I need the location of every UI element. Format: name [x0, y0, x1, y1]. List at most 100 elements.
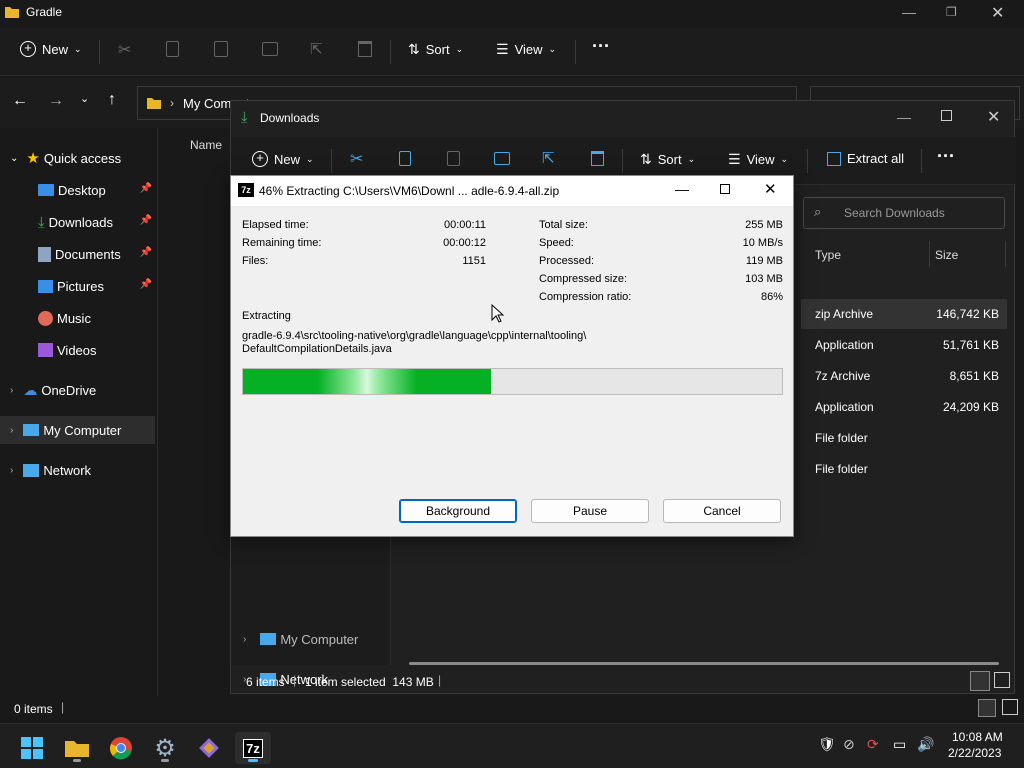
title-bar[interactable]: Gradle — ❐ ✕	[0, 0, 1024, 28]
nav-documents[interactable]: Documents 📌	[0, 240, 158, 268]
copy-icon[interactable]	[166, 41, 179, 57]
more-options-icon[interactable]: ···	[937, 146, 955, 167]
column-header-type[interactable]: Type	[815, 248, 841, 262]
volume-icon[interactable]: 🔊	[917, 736, 934, 753]
sort-label: Sort	[657, 152, 682, 167]
minimize-button[interactable]: —	[902, 4, 916, 20]
separator	[331, 149, 332, 173]
maximize-button[interactable]	[941, 110, 952, 121]
share-icon[interactable]: ⇱	[542, 149, 555, 167]
title-bar[interactable]: ⤓ Downloads — ✕	[231, 101, 1014, 137]
chevron-right-icon: ›	[10, 464, 14, 476]
sort-button[interactable]: ⇅ Sort ⌄	[640, 151, 695, 168]
clock-time[interactable]: 10:08 AM	[952, 730, 1003, 744]
nav-my-computer[interactable]: › My Computer	[231, 625, 389, 653]
cancel-button[interactable]: Cancel	[663, 499, 781, 523]
pause-button[interactable]: Pause	[531, 499, 649, 523]
compression-ratio-value: 86%	[760, 291, 783, 303]
file-row[interactable]: Application 24,209 KB	[801, 392, 1007, 422]
column-header-name[interactable]: Name	[190, 138, 222, 152]
share-icon[interactable]: ⇱	[310, 40, 323, 58]
security-icon[interactable]: 🛡	[818, 736, 836, 753]
nav-downloads[interactable]: ⤓ Downloads 📌	[0, 208, 158, 236]
new-button[interactable]: + New ⌄	[20, 41, 82, 57]
extract-all-button[interactable]: Extract all	[827, 151, 904, 166]
recent-chevron-icon[interactable]: ⌄	[80, 92, 89, 105]
nav-music[interactable]: Music	[0, 304, 158, 332]
chevron-down-icon: ⌄	[74, 43, 82, 54]
running-indicator	[248, 759, 258, 762]
close-button[interactable]: ✕	[764, 180, 777, 198]
file-row[interactable]: 7z Archive 8,651 KB	[801, 361, 1007, 391]
view-button[interactable]: ☰ View ⌄	[728, 151, 788, 168]
tiles-view-icon[interactable]	[1002, 699, 1018, 715]
paste-icon[interactable]	[214, 41, 228, 57]
nav-label: My Computer	[280, 631, 359, 647]
pin-icon: 📌	[139, 247, 152, 258]
clock-date[interactable]: 2/22/2023	[948, 746, 1001, 760]
details-view-icon[interactable]	[978, 699, 996, 717]
nav-videos[interactable]: Videos	[0, 336, 158, 364]
more-options-icon[interactable]: ···	[592, 36, 610, 57]
tiles-view-icon[interactable]	[994, 672, 1010, 688]
taskbar-git[interactable]	[191, 732, 227, 764]
file-row[interactable]: File folder	[801, 423, 1007, 453]
dialog-title-bar[interactable]: 7z 46% Extracting C:\Users\VM6\Downl ...…	[231, 176, 793, 206]
taskbar-settings[interactable]: ⚙	[147, 732, 183, 764]
delete-icon[interactable]	[591, 151, 604, 166]
folder-icon	[5, 7, 19, 18]
minimize-button[interactable]: —	[675, 181, 689, 197]
column-header-size[interactable]: Size	[935, 248, 958, 262]
remaining-time-label: Remaining time:	[242, 237, 322, 249]
sort-button[interactable]: ⇅ Sort ⌄	[408, 41, 463, 58]
nav-quick-access[interactable]: ⌄ ★ Quick access	[0, 144, 158, 172]
search-icon: ⌕	[814, 204, 822, 219]
start-button[interactable]	[14, 732, 50, 764]
nav-label: OneDrive	[41, 382, 97, 398]
new-button[interactable]: + New ⌄	[252, 151, 314, 167]
forward-arrow-icon[interactable]: →	[48, 92, 64, 110]
view-button[interactable]: ☰ View ⌄	[496, 41, 556, 58]
rename-icon[interactable]	[262, 42, 278, 56]
nav-pictures[interactable]: Pictures 📌	[0, 272, 158, 300]
total-size-label: Total size:	[539, 219, 588, 231]
nav-label: Pictures	[57, 278, 104, 294]
separator	[390, 40, 391, 64]
taskbar-file-explorer[interactable]	[59, 732, 95, 764]
copy-icon[interactable]	[399, 151, 411, 166]
nav-network[interactable]: › Network	[0, 456, 158, 484]
horizontal-scrollbar[interactable]	[409, 662, 999, 665]
separator	[622, 149, 623, 173]
background-button[interactable]: Background	[399, 499, 517, 523]
paste-icon[interactable]	[447, 151, 460, 166]
network-disconnected-icon[interactable]: ⊘	[843, 736, 855, 753]
delete-icon[interactable]	[358, 41, 372, 57]
nav-label: Quick access	[43, 150, 122, 166]
display-icon[interactable]: ▭	[893, 736, 906, 753]
download-icon: ⤓	[38, 213, 45, 231]
cut-icon[interactable]: ✂	[118, 40, 131, 60]
close-button[interactable]: ✕	[987, 107, 1000, 127]
minimize-button[interactable]: —	[897, 109, 911, 125]
nav-onedrive[interactable]: › ☁ OneDrive	[0, 376, 158, 404]
nav-desktop[interactable]: Desktop 📌	[0, 176, 158, 204]
maximize-button[interactable]	[720, 184, 730, 194]
taskbar-chrome[interactable]	[103, 732, 139, 764]
restore-button[interactable]: ❐	[946, 5, 957, 19]
file-row[interactable]: Application 51,761 KB	[801, 330, 1007, 360]
view-label: View	[746, 152, 775, 167]
close-button[interactable]: ✕	[991, 3, 1004, 23]
back-arrow-icon[interactable]: ←	[12, 92, 28, 110]
taskbar-7zip[interactable]: 7z	[235, 732, 271, 764]
file-row[interactable]: File folder	[801, 454, 1007, 484]
file-row[interactable]: zip Archive 146,742 KB	[801, 299, 1007, 329]
details-view-icon[interactable]	[970, 671, 990, 691]
cut-icon[interactable]: ✂	[350, 149, 363, 169]
search-box[interactable]: ⌕ Search Downloads	[803, 197, 1005, 229]
up-arrow-icon[interactable]: ↑	[108, 91, 116, 109]
7zip-icon: 7z	[238, 183, 254, 197]
rename-icon[interactable]	[494, 152, 510, 165]
nav-my-computer[interactable]: › My Computer	[0, 416, 155, 444]
sync-icon[interactable]: ⟳	[867, 736, 879, 753]
processed-value: 119 MB	[745, 255, 783, 267]
